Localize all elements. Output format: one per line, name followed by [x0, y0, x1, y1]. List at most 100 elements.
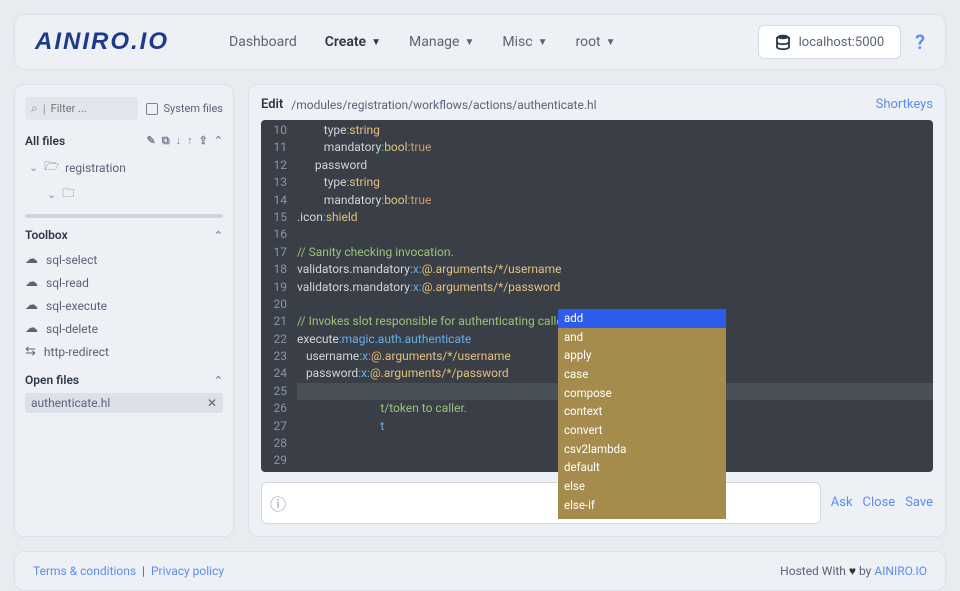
cloud-icon: ☁ — [25, 298, 38, 313]
tree-item-registration[interactable]: ⌄ 🗁 registration — [29, 154, 223, 181]
new-file-icon[interactable]: ✎ — [146, 134, 155, 148]
file-path: /modules/registration/workflows/actions/… — [291, 98, 867, 112]
cloud-icon: ☁ — [25, 275, 38, 290]
search-icon: ⌕ — [31, 101, 38, 116]
tool-label: sql-read — [46, 276, 89, 290]
chevron-down-icon: ⌄ — [29, 161, 38, 174]
nav-create[interactable]: Create ▼ — [325, 34, 381, 50]
open-file-item[interactable]: authenticate.hl ✕ — [25, 393, 223, 413]
close-icon[interactable]: ✕ — [207, 396, 217, 410]
privacy-link[interactable]: Privacy policy — [151, 564, 224, 578]
tree-label: registration — [65, 161, 126, 175]
chevron-down-icon: ▼ — [538, 37, 548, 48]
autocomplete-item[interactable]: default — [558, 458, 726, 477]
ask-button[interactable]: Ask — [831, 495, 853, 510]
share-icon[interactable]: ⇪ — [199, 134, 208, 148]
hosted-by: Hosted With ♥ by AINIRO.IO — [780, 564, 927, 578]
terms-link[interactable]: Terms & conditions — [33, 564, 136, 578]
brand-logo: AINIRO.IO — [35, 28, 169, 56]
chevron-down-icon: ▼ — [606, 37, 616, 48]
toolbox-heading: Toolbox — [25, 228, 68, 242]
autocomplete-item[interactable]: convert — [558, 421, 726, 440]
file-toolbar: ✎ ⧉ ↓ ↑ ⇪ ⌃ — [146, 134, 223, 148]
pipe-divider: | — [43, 102, 46, 116]
scrollbar[interactable] — [25, 214, 223, 218]
autocomplete-item[interactable]: context — [558, 402, 726, 421]
by-label: by — [859, 564, 871, 578]
heart-icon: ♥ — [849, 564, 859, 578]
autocomplete-item[interactable]: and — [558, 328, 726, 347]
toolbox-list: ☁ sql-select ☁ sql-read ☁ sql-execute ☁ sql-del… — [25, 248, 223, 363]
toolbox-item[interactable]: ☁ sql-select — [25, 248, 223, 271]
chevron-down-icon: ⌄ — [47, 188, 56, 201]
system-files-label: System files — [163, 102, 223, 115]
divider: | — [139, 564, 151, 578]
folder-open-icon: 🗁 — [44, 157, 59, 178]
prompt-input[interactable]: ⓘ — [261, 482, 821, 524]
collapse-icon[interactable]: ⌃ — [214, 229, 223, 242]
nav-root-label: root — [575, 34, 600, 50]
server-label: localhost:5000 — [799, 35, 885, 50]
help-circle-icon: ⓘ — [270, 491, 286, 515]
autocomplete-item[interactable]: case — [558, 365, 726, 384]
autocomplete-item[interactable]: else-if — [558, 496, 726, 515]
tool-label: http-redirect — [44, 345, 109, 359]
autocomplete-item[interactable]: csv2lambda — [558, 440, 726, 459]
filter-input-wrapper[interactable]: ⌕ | — [25, 97, 138, 120]
save-button[interactable]: Save — [905, 495, 933, 510]
toolbox-item[interactable]: ☁ sql-delete — [25, 317, 223, 340]
database-icon — [775, 34, 791, 50]
autocomplete-item[interactable]: apply — [558, 346, 726, 365]
toolbox-item[interactable]: ☁ sql-execute — [25, 294, 223, 317]
autocomplete-item[interactable]: else — [558, 477, 726, 496]
toolbox-item[interactable]: ☁ sql-read — [25, 271, 223, 294]
nav-manage-label: Manage — [409, 34, 459, 50]
cloud-icon: ☁ — [25, 252, 38, 267]
nav-misc-label: Misc — [502, 34, 532, 50]
autocomplete-item[interactable]: eq — [558, 514, 726, 519]
editor-panel: Edit /modules/registration/workflows/act… — [248, 84, 946, 537]
code-editor[interactable]: 10 type:string11 mandatory:bool:true12 p… — [261, 120, 933, 472]
close-button[interactable]: Close — [863, 495, 896, 510]
sidebar: ⌕ | System files All files ✎ ⧉ ↓ ↑ ⇪ ⌃ ⌄ — [14, 84, 234, 537]
autocomplete-item[interactable]: compose — [558, 384, 726, 403]
tool-label: sql-delete — [46, 322, 98, 336]
shortkeys-link[interactable]: Shortkeys — [876, 97, 933, 112]
edit-label: Edit — [261, 97, 283, 112]
help-button[interactable]: ? — [915, 30, 925, 54]
main-nav: Dashboard Create ▼ Manage ▼ Misc ▼ root ▼ — [229, 34, 758, 50]
hosted-label: Hosted With — [780, 564, 846, 578]
upload-icon[interactable]: ↑ — [187, 134, 193, 148]
collapse-icon[interactable]: ⌃ — [214, 374, 223, 387]
tool-label: sql-execute — [46, 299, 107, 313]
filter-input[interactable] — [51, 102, 133, 115]
topbar: AINIRO.IO Dashboard Create ▼ Manage ▼ Misc… — [14, 14, 946, 70]
redirect-icon: ⇆ — [25, 344, 36, 359]
footer: Terms & conditions | Privacy policy Host… — [14, 551, 946, 591]
folder-icon: 🗀 — [62, 184, 74, 205]
chevron-down-icon: ▼ — [371, 37, 381, 48]
all-files-heading: All files — [25, 134, 65, 148]
tool-label: sql-select — [46, 253, 97, 267]
cloud-icon: ☁ — [25, 321, 38, 336]
autocomplete-popup[interactable]: addandapplycasecomposecontextconvertcsv2… — [558, 309, 726, 519]
autocomplete-item[interactable]: add — [558, 309, 726, 328]
tree-item-child[interactable]: ⌄ 🗀 — [47, 181, 223, 208]
new-folder-icon[interactable]: ⧉ — [162, 134, 170, 148]
nav-root[interactable]: root ▼ — [575, 34, 615, 50]
brand-link[interactable]: AINIRO.IO — [874, 564, 927, 578]
nav-misc[interactable]: Misc ▼ — [502, 34, 547, 50]
file-tree: ⌄ 🗁 registration ⌄ 🗀 — [29, 154, 223, 208]
nav-manage[interactable]: Manage ▼ — [409, 34, 474, 50]
nav-dashboard[interactable]: Dashboard — [229, 34, 297, 50]
download-icon[interactable]: ↓ — [176, 134, 182, 148]
chevron-down-icon: ▼ — [464, 37, 474, 48]
open-files-heading: Open files — [25, 373, 79, 387]
nav-create-label: Create — [325, 34, 366, 50]
toolbox-item[interactable]: ⇆ http-redirect — [25, 340, 223, 363]
server-selector[interactable]: localhost:5000 — [758, 25, 902, 59]
system-files-toggle[interactable]: System files — [146, 102, 223, 115]
checkbox-icon — [146, 103, 158, 115]
collapse-icon[interactable]: ⌃ — [214, 134, 223, 148]
open-file-label: authenticate.hl — [31, 396, 110, 410]
